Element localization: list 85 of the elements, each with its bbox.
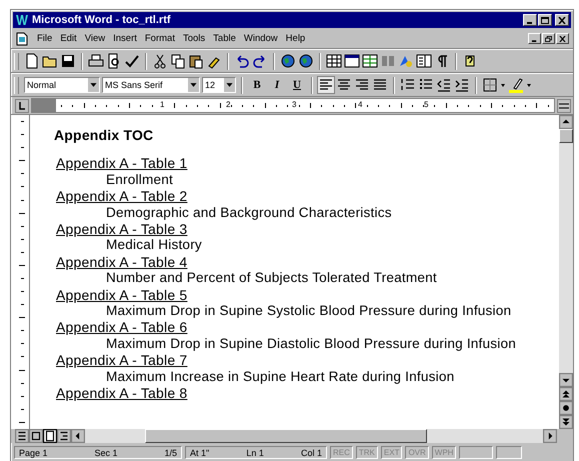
- globe-icon[interactable]: [298, 53, 314, 69]
- menu-item[interactable]: File: [33, 33, 56, 44]
- menu-item[interactable]: Window: [240, 33, 282, 44]
- vertical-scrollbar[interactable]: [559, 115, 573, 429]
- save-icon[interactable]: [60, 53, 76, 69]
- toc-link[interactable]: Appendix A - Table 1: [54, 155, 188, 172]
- browse-object-icon[interactable]: [559, 401, 573, 415]
- minimize-button[interactable]: [528, 33, 541, 44]
- toc-entry-title: Maximum Drop in Supine Systolic Blood Pressure during Infusion: [105, 303, 512, 320]
- split-icon[interactable]: [557, 98, 571, 112]
- toc-entry-title: Maximum Increase in Supine Heart Rate during Infusion: [105, 368, 456, 386]
- web-layout-icon[interactable]: [29, 429, 43, 443]
- page-layout-icon[interactable]: [43, 429, 57, 443]
- window-icon[interactable]: [344, 53, 360, 69]
- menu-item[interactable]: Help: [282, 33, 310, 44]
- outline-view-icon[interactable]: [57, 429, 71, 443]
- status-text: 1/5: [164, 448, 177, 458]
- underline-button[interactable]: U: [288, 76, 306, 94]
- cut-icon[interactable]: [152, 53, 168, 69]
- scrollbar-thumb[interactable]: [559, 129, 573, 143]
- font-dropdown[interactable]: MS Sans Serif: [102, 77, 200, 93]
- status-text: Ln 1: [246, 448, 264, 458]
- next-page-icon[interactable]: [559, 415, 573, 429]
- scroll-right-icon[interactable]: [543, 429, 557, 443]
- close-icon: [558, 16, 566, 24]
- menu-item[interactable]: Format: [140, 33, 179, 44]
- highlight-icon[interactable]: [508, 77, 524, 93]
- close-icon: [559, 36, 566, 42]
- scroll-left-icon[interactable]: [71, 429, 85, 443]
- toc-entry-title: Medical History: [105, 237, 203, 254]
- close-button[interactable]: [555, 14, 569, 26]
- maximize-icon: [541, 16, 549, 24]
- toc-entry-title: Enrollment: [105, 172, 174, 188]
- toc-link[interactable]: Appendix A - Table 2: [54, 188, 188, 204]
- scrollbar-thumb[interactable]: [145, 429, 427, 443]
- status-text: At 1": [190, 448, 210, 458]
- globe-icon[interactable]: [280, 53, 296, 69]
- toc-link[interactable]: Appendix A - Table 5: [54, 286, 188, 303]
- menu-item[interactable]: Insert: [109, 33, 141, 44]
- spreadsheet-icon[interactable]: [362, 53, 378, 69]
- menu-item[interactable]: Tools: [178, 33, 210, 44]
- toc-link[interactable]: Appendix A - Table 6: [54, 319, 188, 336]
- style-dropdown[interactable]: Normal: [24, 77, 100, 93]
- borders-icon[interactable]: [482, 77, 498, 93]
- print-icon[interactable]: [88, 53, 104, 69]
- status-text: Col 1: [300, 448, 322, 458]
- document-heading: Appendix TOC: [54, 127, 154, 144]
- status-text: Sec 1: [94, 448, 118, 458]
- toc-link[interactable]: Appendix A - Table 3: [54, 221, 188, 238]
- toc-link[interactable]: Appendix A - Table 7: [54, 352, 188, 368]
- new-document-icon[interactable]: [24, 53, 40, 69]
- scroll-down-icon[interactable]: [559, 373, 573, 387]
- table-icon[interactable]: [326, 53, 342, 69]
- font-size-dropdown[interactable]: 12: [202, 77, 236, 93]
- word-logo-icon: [16, 14, 28, 26]
- menu-item[interactable]: Table: [209, 33, 240, 44]
- restore-button[interactable]: [542, 33, 555, 44]
- window-title: Microsoft Word - toc_rtl.rtf: [32, 14, 171, 26]
- bold-button[interactable]: B: [248, 76, 266, 94]
- previous-page-icon[interactable]: [559, 387, 573, 401]
- close-button[interactable]: [556, 33, 569, 44]
- document-map-icon[interactable]: [416, 53, 432, 69]
- paste-icon[interactable]: [188, 53, 204, 69]
- maximize-button[interactable]: [538, 14, 552, 26]
- toc-entry-title: Number and Percent of Subjects Tolerated Treatment: [105, 270, 438, 287]
- align-left-icon[interactable]: [318, 77, 334, 93]
- status-text: Page 1: [19, 448, 48, 458]
- tab-selector-icon[interactable]: [15, 98, 29, 112]
- restore-icon: [545, 36, 552, 42]
- minimize-button[interactable]: [523, 14, 537, 26]
- normal-view-icon[interactable]: [15, 429, 29, 443]
- toc-link[interactable]: Appendix A - Table 8: [54, 385, 188, 402]
- toc-entry-title: Demographic and Background Characteristics: [105, 204, 393, 222]
- decrease-indent-icon[interactable]: [436, 77, 452, 93]
- copy-icon[interactable]: [170, 53, 186, 69]
- increase-indent-icon[interactable]: [454, 77, 470, 93]
- document-icon: [15, 32, 29, 46]
- italic-button[interactable]: I: [268, 76, 286, 94]
- menu-item[interactable]: Edit: [56, 33, 81, 44]
- menu-item[interactable]: View: [80, 33, 110, 44]
- scroll-up-icon[interactable]: [559, 115, 573, 129]
- toc-link[interactable]: Appendix A - Table 4: [54, 254, 188, 270]
- numbered-list-icon[interactable]: [400, 77, 416, 93]
- spelling-icon[interactable]: [124, 53, 140, 69]
- toc-entry-title: Maximum Drop in Supine Diastolic Blood Pressure during Infusion: [105, 336, 518, 352]
